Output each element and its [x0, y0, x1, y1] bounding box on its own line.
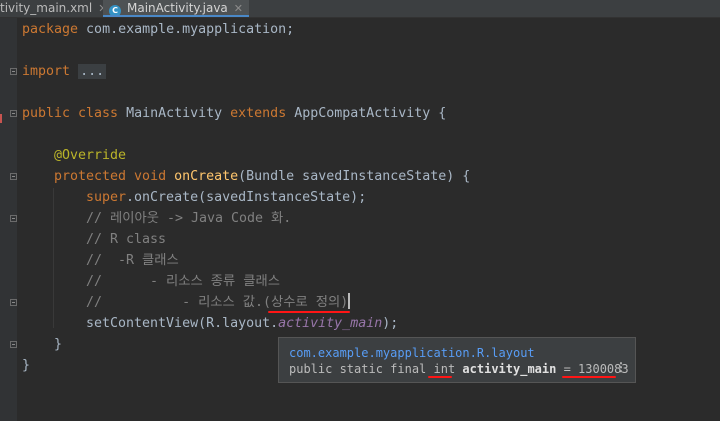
code-line: import ... — [22, 64, 107, 79]
tab-activity-main-xml[interactable]: tivity_main.xml✕ — [0, 0, 107, 17]
indent-guide — [53, 188, 54, 328]
comment-text: // - 리소스 값.(상수로 정의) — [86, 295, 349, 310]
fold-toggle-icon[interactable] — [10, 215, 17, 222]
tab-label: tivity_main.xml — [0, 1, 93, 15]
tab-label: MainActivity.java — [127, 1, 228, 15]
red-underline-annotation — [268, 311, 350, 313]
code-line: } — [54, 337, 63, 352]
editor-gutter — [0, 18, 17, 421]
folded-imports[interactable]: ... — [78, 64, 107, 79]
tooltip-class-path[interactable]: com.example.myapplication.R.layout — [289, 346, 535, 360]
java-class-icon: C — [109, 5, 121, 17]
fold-toggle-icon[interactable] — [10, 68, 17, 75]
code-line: package com.example.myapplication; — [22, 22, 295, 37]
code-line: super.onCreate(savedInstanceState); — [86, 190, 367, 205]
code-line: // - 리소스 값.(상수로 정의) — [86, 292, 351, 313]
code-line: @Override — [54, 148, 127, 163]
comment-line: // 레이아웃 -> Java Code 화. — [86, 211, 292, 226]
tooltip-declaration: public static final int activity_main = … — [289, 362, 629, 376]
fold-toggle-icon[interactable] — [10, 341, 17, 348]
red-underline-annotation — [562, 376, 616, 378]
fold-toggle-icon[interactable] — [10, 299, 17, 306]
fold-toggle-icon[interactable] — [10, 110, 17, 117]
red-underline-annotation — [428, 376, 452, 378]
text-caret — [348, 293, 351, 309]
code-line: public class MainActivity extends AppCom… — [22, 106, 447, 121]
editor-tab-bar: tivity_main.xml✕ C MainActivity.java ✕ — [0, 0, 720, 18]
comment-line: // -R 클래스 — [86, 253, 179, 268]
code-line: setContentView(R.layout.activity_main); — [86, 316, 399, 331]
fold-toggle-icon[interactable] — [10, 173, 17, 180]
comment-line: // - 리소스 종류 클래스 — [86, 274, 280, 289]
more-options-icon[interactable]: ⋮ — [615, 360, 627, 374]
code-line: protected void onCreate(Bundle savedInst… — [54, 169, 471, 184]
comment-line: // R class — [86, 232, 167, 247]
tab-main-activity-java[interactable]: C MainActivity.java ✕ — [103, 0, 249, 17]
close-icon[interactable]: ✕ — [234, 2, 243, 15]
code-line: } — [22, 358, 31, 373]
breakpoint-marker[interactable] — [0, 114, 2, 123]
